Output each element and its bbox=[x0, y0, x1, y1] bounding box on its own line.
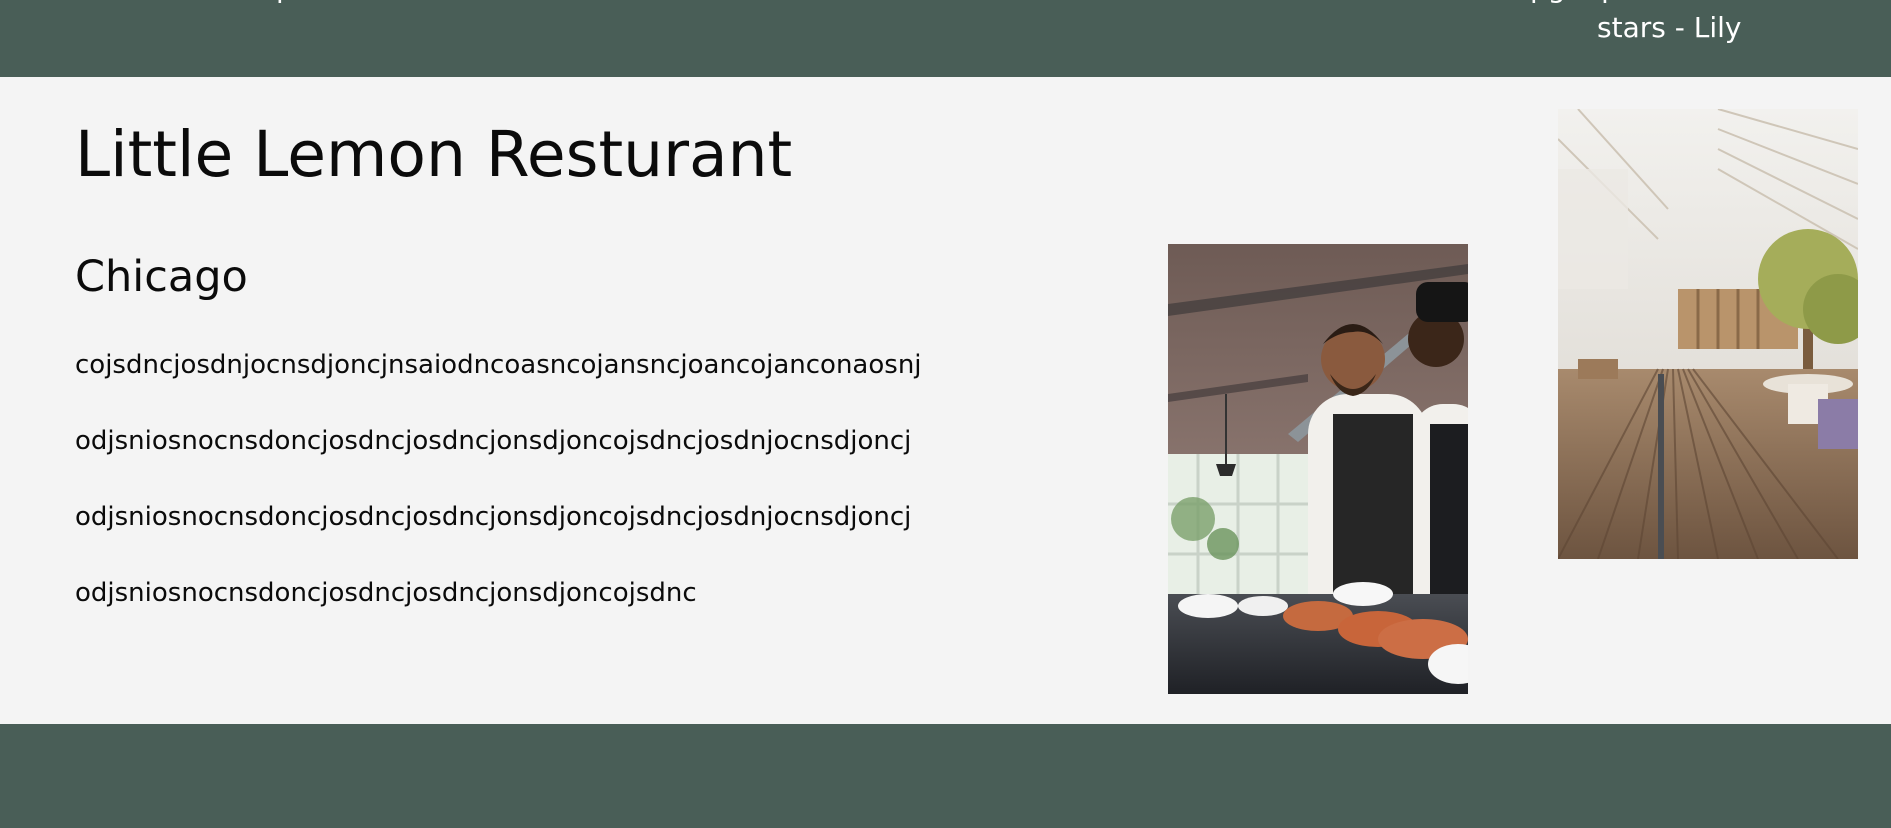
description-line: odjsniosnocnsdoncjosdncjosdncjonsdjoncoj… bbox=[75, 426, 912, 456]
interior-photo bbox=[1558, 109, 1858, 559]
description-line: cojsdncjosdnjocnsdjoncjnsaiodncoasncojan… bbox=[75, 350, 922, 380]
description-line: odjsniosnocnsdoncjosdncjosdncjonsdjoncoj… bbox=[75, 578, 697, 608]
testimonials-band: p pg d p stars - Lily bbox=[0, 0, 1891, 77]
footer-band bbox=[0, 724, 1891, 828]
chefs-photo bbox=[1168, 244, 1468, 694]
about-section: Little Lemon Resturant Chicago cojsdncjo… bbox=[0, 77, 1891, 724]
description-line: odjsniosnocnsdoncjosdncjosdncjonsdjoncoj… bbox=[75, 502, 912, 532]
testimonial-text-left: p bbox=[276, 0, 294, 8]
location-subtitle: Chicago bbox=[75, 252, 248, 302]
testimonial-text-right: pg d p bbox=[1530, 0, 1619, 8]
page-title: Little Lemon Resturant bbox=[75, 118, 793, 191]
testimonial-author: stars - Lily bbox=[1597, 11, 1742, 44]
